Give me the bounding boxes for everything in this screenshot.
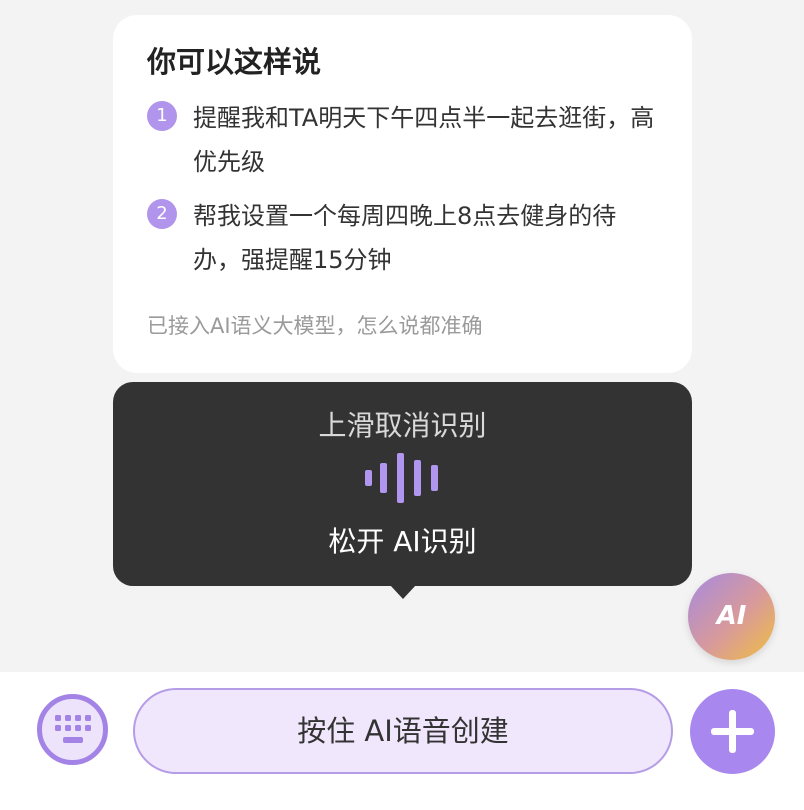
plus-icon [711,710,754,753]
bottom-input-bar: 按住 AI语音创建 [0,672,804,810]
voice-recording-panel: 上滑取消识别 松开 AI识别 [113,382,692,586]
ai-assistant-button[interactable]: AI [688,573,775,660]
tip-text: 帮我设置一个每周四晚上8点去健身的待办，强提醒15分钟 [193,202,617,274]
tip-number-badge: 2 [147,199,177,229]
tips-footer-note: 已接入AI语义大模型，怎么说都准确 [147,314,483,338]
tip-text: 提醒我和TA明天下午四点半一起去逛街，高优先级 [193,104,655,176]
hold-to-talk-button[interactable]: 按住 AI语音创建 [133,688,673,774]
keyboard-icon [55,715,91,743]
tip-number-badge: 1 [147,101,177,131]
keyboard-toggle-button[interactable] [37,694,108,765]
panel-pointer-arrow [390,585,416,599]
sound-wave-icon [365,453,438,503]
tips-title: 你可以这样说 [147,45,322,79]
add-button[interactable] [690,689,775,774]
voice-tips-card: 你可以这样说 1 提醒我和TA明天下午四点半一起去逛街，高优先级 2 帮我设置一… [113,15,692,373]
release-to-recognize-hint: 松开 AI识别 [328,525,477,558]
swipe-up-cancel-hint: 上滑取消识别 [318,409,487,442]
